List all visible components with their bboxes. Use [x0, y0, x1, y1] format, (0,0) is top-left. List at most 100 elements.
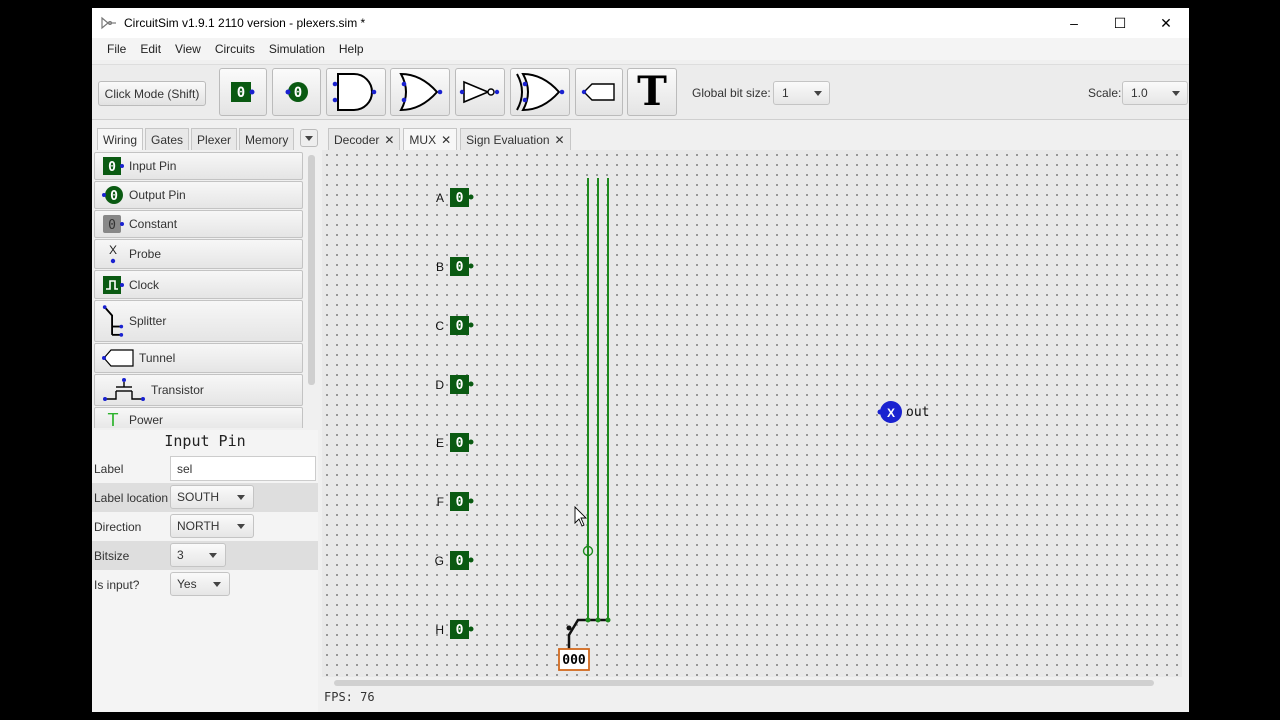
toolbar-input-pin-button[interactable]: 0 — [219, 68, 267, 116]
pin-port — [468, 557, 474, 563]
toolbar-not-gate-button[interactable] — [455, 68, 505, 116]
click-mode-button[interactable]: Click Mode (Shift) — [98, 81, 206, 106]
component-splitter[interactable]: Splitter — [94, 300, 303, 342]
toolbar-tunnel-button[interactable] — [575, 68, 623, 116]
input-pin-d[interactable]: D0 — [435, 375, 474, 394]
pin-port — [468, 194, 474, 200]
pin-label: F — [437, 495, 444, 509]
input-pin-f[interactable]: F0 — [437, 492, 474, 511]
property-name: Bitsize — [94, 548, 130, 563]
tab-plexer[interactable]: Plexer — [191, 128, 238, 150]
menu-edit[interactable]: Edit — [133, 42, 168, 56]
property-row-is-input: Is input? Yes — [92, 570, 318, 599]
toolbar-and-gate-button[interactable] — [326, 68, 386, 116]
chevron-down-icon — [1172, 91, 1180, 96]
output-pin[interactable]: X out — [877, 401, 930, 423]
circuit-canvas[interactable]: 000 X out A0B0C0D0E0F0G0H0 — [322, 150, 1182, 677]
pin-port — [468, 263, 474, 269]
output-pin-glyph: 0 — [293, 85, 301, 101]
tab-gates[interactable]: Gates — [145, 128, 190, 150]
pin-port — [468, 381, 474, 387]
property-row-label: Label sel — [92, 454, 318, 483]
menu-circuits[interactable]: Circuits — [208, 42, 262, 56]
svg-text:X: X — [109, 243, 117, 257]
splitter[interactable] — [566, 617, 611, 653]
tab-wiring[interactable]: Wiring — [97, 128, 144, 150]
tabs-overflow-button[interactable] — [300, 129, 318, 147]
tab-mux[interactable]: MUX ✕ — [403, 128, 458, 150]
toolbar-output-pin-button[interactable]: 0 — [272, 68, 321, 116]
pin-value: 0 — [456, 191, 464, 206]
input-pin-a[interactable]: A0 — [436, 188, 474, 207]
close-icon[interactable]: ✕ — [441, 133, 451, 147]
property-row-direction: Direction NORTH — [92, 512, 318, 541]
component-label: Clock — [129, 277, 160, 292]
component-output-pin[interactable]: 0 Output Pin — [94, 181, 303, 209]
tab-memory[interactable]: Memory — [239, 128, 295, 150]
svg-text:0: 0 — [108, 218, 116, 233]
minimize-button[interactable]: – — [1051, 8, 1097, 38]
tab-sign-evaluation[interactable]: Sign Evaluation ✕ — [460, 128, 571, 150]
svg-text:0: 0 — [108, 160, 116, 175]
window-title: CircuitSim v1.9.1 2110 version - plexers… — [124, 16, 366, 30]
is-input-select[interactable]: Yes — [170, 572, 230, 596]
scrollbar-thumb[interactable] — [308, 155, 315, 385]
canvas-vertical-scrollbar[interactable] — [1182, 150, 1189, 677]
component-tunnel[interactable]: Tunnel — [94, 343, 303, 373]
direction-select[interactable]: NORTH — [170, 514, 254, 538]
input-pin-g[interactable]: G0 — [435, 551, 474, 570]
toolbar-or-gate-button[interactable] — [390, 68, 450, 116]
menu-view[interactable]: View — [168, 42, 208, 56]
input-pin-icon: 0 — [101, 156, 125, 176]
output-label: out — [906, 405, 929, 420]
bitsize-select[interactable]: 3 — [170, 543, 226, 567]
component-input-pin[interactable]: 0 Input Pin — [94, 152, 303, 180]
xor-gate-icon — [516, 72, 565, 112]
scale-value: 1.0 — [1131, 86, 1148, 100]
toolbar-xor-gate-button[interactable] — [510, 68, 570, 116]
component-clock[interactable]: Clock — [94, 270, 303, 299]
toolbar-text-button[interactable]: T — [627, 68, 677, 116]
component-probe[interactable]: X Probe — [94, 239, 303, 269]
menu-help[interactable]: Help — [332, 42, 371, 56]
label-location-select[interactable]: SOUTH — [170, 485, 254, 509]
or-gate-icon — [399, 72, 443, 112]
chevron-down-icon — [237, 524, 245, 529]
input-pin-icon: 0 — [231, 82, 255, 102]
property-row-bitsize: Bitsize 3 — [92, 541, 318, 570]
component-label: Power — [129, 413, 164, 427]
window-controls: – ☐ ✕ — [1051, 8, 1189, 38]
label-location-value: SOUTH — [177, 490, 219, 504]
scrollbar-thumb[interactable] — [334, 680, 1154, 686]
bitsize-value: 3 — [177, 548, 184, 562]
svg-text:0: 0 — [110, 189, 118, 204]
menu-file[interactable]: File — [100, 42, 133, 56]
close-icon[interactable]: ✕ — [555, 133, 565, 147]
input-pin-e[interactable]: E0 — [436, 433, 474, 452]
chevron-down-icon — [814, 91, 822, 96]
component-power[interactable]: T Power — [94, 407, 303, 428]
power-icon: T — [107, 409, 119, 429]
tab-decoder[interactable]: Decoder ✕ — [328, 128, 401, 150]
pin-label: C — [435, 319, 444, 333]
mouse-cursor-icon — [574, 505, 588, 527]
close-icon[interactable]: ✕ — [384, 133, 394, 147]
component-transistor[interactable]: Transistor — [94, 374, 303, 406]
close-button[interactable]: ✕ — [1143, 8, 1189, 38]
component-list-scrollbar[interactable] — [306, 151, 316, 428]
component-constant[interactable]: 0 Constant — [94, 210, 303, 238]
component-list: 0 Input Pin 0 Output Pin 0 Constant X Pr… — [92, 151, 306, 428]
select-input-pin[interactable]: 000 — [558, 648, 590, 671]
global-bit-size-select[interactable]: 1 — [773, 81, 830, 105]
maximize-button[interactable]: ☐ — [1097, 8, 1143, 38]
scale-select[interactable]: 1.0 — [1122, 81, 1188, 105]
menu-simulation[interactable]: Simulation — [262, 42, 332, 56]
input-pin-c[interactable]: C0 — [435, 316, 474, 335]
input-pin-b[interactable]: B0 — [436, 257, 474, 276]
pin-value: 0 — [456, 554, 464, 569]
canvas-horizontal-scrollbar[interactable] — [322, 677, 1182, 689]
output-pin-icon: 0 — [285, 82, 308, 102]
label-field[interactable]: sel — [170, 456, 316, 481]
input-pin-h[interactable]: H0 — [435, 620, 474, 639]
pin-port — [468, 439, 474, 445]
